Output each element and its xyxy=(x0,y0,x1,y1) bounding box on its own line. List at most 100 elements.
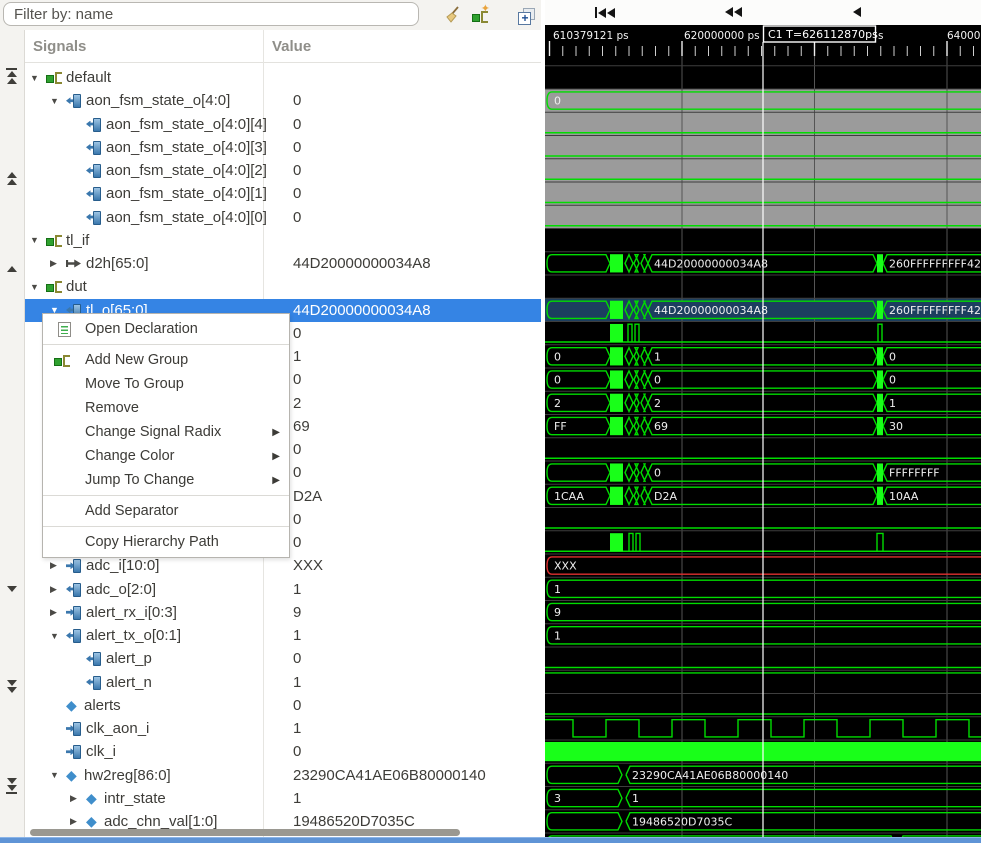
menu-item-change-signal-radix[interactable]: Change Signal Radix▶ xyxy=(43,420,289,444)
signal-value: D2A xyxy=(293,485,322,508)
tree-row-intr_state[interactable]: ▶intr_state1 xyxy=(25,787,541,810)
signal-name: adc_i[10:0] xyxy=(86,557,159,574)
tree-row-d2h[65:0][interactable]: ▶d2h[65:0]44D20000000034A8 xyxy=(25,252,541,275)
menu-item-label: Move To Group xyxy=(85,376,184,392)
tree-row-alert_n[interactable]: alert_n1 xyxy=(25,671,541,694)
signal-value: 0 xyxy=(293,740,301,763)
expander-open-icon[interactable]: ▼ xyxy=(30,235,46,245)
input-port-icon xyxy=(66,745,83,758)
waveform-canvas[interactable]: 044D20000000034A8260FFFFFFFFF42A944D2000… xyxy=(545,25,981,843)
group-icon xyxy=(46,234,63,247)
nav-scroll-to-bottom-button[interactable] xyxy=(4,778,19,794)
signal-value: 44D20000000034A8 xyxy=(293,299,431,322)
tree-row-clk_aon_i[interactable]: clk_aon_i1 xyxy=(25,717,541,740)
menu-separator xyxy=(43,344,289,345)
menu-item-move-to-group[interactable]: Move To Group xyxy=(43,372,289,396)
signal-name: clk_i xyxy=(86,743,116,760)
signal-name: alert_rx_i[0:3] xyxy=(86,604,177,621)
output-port-icon xyxy=(66,629,83,642)
menu-item-add-new-group[interactable]: Add New Group xyxy=(43,348,289,372)
variable-icon xyxy=(66,698,82,713)
expander-open-icon[interactable]: ▼ xyxy=(30,73,46,83)
nav-step-down-button[interactable] xyxy=(4,586,19,592)
page-up-icon xyxy=(7,172,17,178)
menu-item-jump-to-change[interactable]: Jump To Change▶ xyxy=(43,468,289,492)
expander-open-icon[interactable]: ▼ xyxy=(50,631,66,641)
expander-closed-icon[interactable]: ▶ xyxy=(70,816,86,827)
signal-value: 0 xyxy=(293,508,301,531)
tree-row-alert_tx_o[0:1][interactable]: ▼alert_tx_o[0:1]1 xyxy=(25,624,541,647)
input-port-icon xyxy=(66,559,83,572)
signal-name: clk_aon_i xyxy=(86,720,149,737)
signal-name: alerts xyxy=(84,697,121,714)
clear-filter-broom-icon[interactable] xyxy=(444,5,464,25)
signal-value: 0 xyxy=(293,89,301,112)
expander-closed-icon[interactable]: ▶ xyxy=(50,584,66,595)
tree-row-aon_fsm_state_o[4:0][2][interactable]: aon_fsm_state_o[4:0][2]0 xyxy=(25,159,541,182)
expand-all-icon[interactable] xyxy=(518,8,535,25)
tree-row-alerts[interactable]: alerts0 xyxy=(25,694,541,717)
tree-row-aon_fsm_state_o[4:0][0][interactable]: aon_fsm_state_o[4:0][0]0 xyxy=(25,206,541,229)
step-up-icon xyxy=(7,266,17,272)
tree-row-aon_fsm_state_o[4:0][4][interactable]: aon_fsm_state_o[4:0][4]0 xyxy=(25,113,541,136)
menu-item-open-declaration[interactable]: Open Declaration xyxy=(43,317,289,341)
skip-to-start-button[interactable] xyxy=(595,7,615,18)
signal-value: 0 xyxy=(293,182,301,205)
waveform-viewer-window: ✦ Signals Value ▼default▼aon_fsm_state_o… xyxy=(0,0,981,843)
nav-page-up-button[interactable] xyxy=(4,172,19,185)
signal-value: 0 xyxy=(293,159,301,182)
svg-text:1: 1 xyxy=(554,629,561,642)
scroll-to-top-icon xyxy=(6,68,17,70)
svg-text:1: 1 xyxy=(654,350,661,363)
tree-row-aon_fsm_state_o[4:0][interactable]: ▼aon_fsm_state_o[4:0]0 xyxy=(25,89,541,112)
menu-item-remove[interactable]: Remove xyxy=(43,396,289,420)
submenu-arrow-icon: ▶ xyxy=(272,451,280,462)
left-triangle-icon xyxy=(725,7,733,17)
signal-value: 2 xyxy=(293,392,301,415)
svg-text:640000000 ps: 640000000 ps xyxy=(947,30,981,42)
tree-row-tl_if[interactable]: ▼tl_if xyxy=(25,229,541,252)
submenu-arrow-icon: ▶ xyxy=(272,427,280,438)
context-menu: Open Declaration Add New Group Move To Gro… xyxy=(42,313,290,558)
expander-closed-icon[interactable]: ▶ xyxy=(50,607,66,618)
tree-row-hw2reg[86:0][interactable]: ▼hw2reg[86:0]23290CA41AE06B80000140 xyxy=(25,764,541,787)
value-column-header: Value xyxy=(272,38,311,55)
menu-item-add-separator[interactable]: Add Separator xyxy=(43,499,289,523)
expander-closed-icon[interactable]: ▶ xyxy=(50,560,66,571)
tree-row-aon_fsm_state_o[4:0][1][interactable]: aon_fsm_state_o[4:0][1] 0 xyxy=(25,182,541,205)
tree-row-dut[interactable]: ▼dut xyxy=(25,275,541,298)
signal-name: intr_state xyxy=(104,790,166,807)
filter-input[interactable] xyxy=(3,2,419,26)
signal-name: alert_p xyxy=(106,650,152,667)
tree-row-aon_fsm_state_o[4:0][3][interactable]: aon_fsm_state_o[4:0][3]0 xyxy=(25,136,541,159)
left-triangle-icon xyxy=(734,7,742,17)
svg-text:44D20000000034A8: 44D20000000034A8 xyxy=(654,257,768,270)
tree-row-adc_o[2:0][interactable]: ▶adc_o[2:0]1 xyxy=(25,578,541,601)
svg-text:1: 1 xyxy=(554,583,561,596)
nav-page-down-button[interactable] xyxy=(4,680,19,693)
tree-row-alert_rx_i[0:3][interactable]: ▶alert_rx_i[0:3]9 xyxy=(25,601,541,624)
expander-open-icon[interactable]: ▼ xyxy=(30,282,46,292)
group-icon xyxy=(46,280,63,293)
fast-backward-button[interactable] xyxy=(725,7,742,17)
tree-row-default[interactable]: ▼default xyxy=(25,66,541,89)
signal-name: aon_fsm_state_o[4:0][1] xyxy=(106,185,267,202)
expander-closed-icon[interactable]: ▶ xyxy=(70,793,86,804)
tree-row-alert_p[interactable]: alert_p0 xyxy=(25,647,541,670)
tree-horizontal-scrollbar[interactable] xyxy=(30,829,460,836)
nav-step-up-button[interactable] xyxy=(4,266,19,272)
menu-item-label: Open Declaration xyxy=(85,321,198,337)
menu-item-change-color[interactable]: Change Color▶ xyxy=(43,444,289,468)
step-backward-button[interactable] xyxy=(853,7,861,17)
nav-scroll-to-top-button[interactable] xyxy=(4,68,19,84)
svg-text:0: 0 xyxy=(554,350,561,363)
skip-bar-icon xyxy=(595,7,597,18)
expander-open-icon[interactable]: ▼ xyxy=(50,770,66,780)
add-group-icon[interactable]: ✦ xyxy=(472,5,492,23)
tree-row-clk_i[interactable]: clk_i 0 xyxy=(25,740,541,763)
output-port-icon xyxy=(66,583,83,596)
expander-open-icon[interactable]: ▼ xyxy=(50,96,66,106)
menu-item-copy-hierarchy-path[interactable]: Copy Hierarchy Path xyxy=(43,530,289,554)
expander-closed-icon[interactable]: ▶ xyxy=(50,258,66,269)
wave-horizontal-scrollbar[interactable] xyxy=(0,837,981,843)
